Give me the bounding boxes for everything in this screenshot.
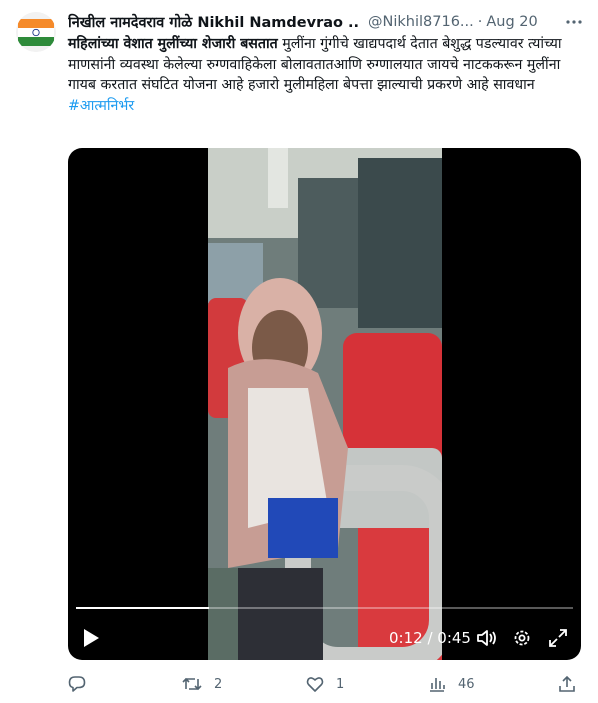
retweet-icon	[182, 677, 202, 691]
like-icon	[306, 677, 324, 692]
more-options-button[interactable]	[564, 12, 584, 32]
views-button[interactable]: 46	[428, 672, 475, 696]
views-icon	[430, 678, 445, 692]
duration: 0:45	[437, 629, 471, 647]
tweet-date[interactable]: Aug 20	[486, 14, 537, 30]
views-count: 46	[458, 676, 475, 692]
more-options-icon	[566, 20, 582, 24]
current-time: 0:12	[389, 629, 423, 647]
reply-icon	[68, 676, 86, 692]
video-progress-bar[interactable]	[76, 607, 573, 609]
fullscreen-button[interactable]	[546, 624, 570, 652]
play-button[interactable]	[78, 624, 104, 652]
user-handle[interactable]: @Nikhil8716...	[368, 14, 474, 30]
video-player[interactable]: 0:12 / 0:45	[68, 148, 581, 660]
retweet-button[interactable]: 2	[182, 672, 222, 696]
fullscreen-icon	[549, 629, 567, 647]
share-icon	[559, 675, 575, 692]
retweet-count: 2	[214, 676, 223, 692]
time-separator: /	[422, 629, 438, 647]
like-count: 1	[336, 676, 345, 692]
hashtag-link[interactable]: #आत्मनिर्भर	[68, 96, 574, 117]
tweet-text: महिलांच्या वेशात मुलींच्या शेजारी बसतात …	[68, 34, 574, 116]
volume-button[interactable]	[475, 624, 499, 652]
like-button[interactable]: 1	[306, 672, 344, 696]
video-time: 0:12 / 0:45	[389, 629, 471, 647]
video-progress-fill	[76, 607, 209, 609]
avatar[interactable]	[16, 12, 56, 52]
video-frame[interactable]	[208, 148, 442, 660]
volume-icon	[477, 630, 496, 646]
tweet-header: निखील नामदेवराव गोळे Nikhil Namdevrao ..…	[68, 12, 582, 32]
settings-icon	[514, 630, 530, 646]
india-flag-icon	[16, 12, 56, 52]
play-icon	[84, 629, 99, 647]
display-name[interactable]: निखील नामदेवराव गोळे Nikhil Namdevrao ..…	[68, 12, 360, 32]
tweet-actions: 2 1 46	[68, 672, 578, 696]
share-button[interactable]	[558, 672, 576, 696]
reply-button[interactable]	[68, 672, 98, 696]
settings-button[interactable]	[510, 624, 534, 652]
video-thumbnail-image	[208, 148, 442, 660]
separator-dot: ·	[477, 14, 483, 30]
tweet-text-bold: महिलांच्या वेशात मुलींच्या शेजारी बसतात	[68, 36, 278, 52]
